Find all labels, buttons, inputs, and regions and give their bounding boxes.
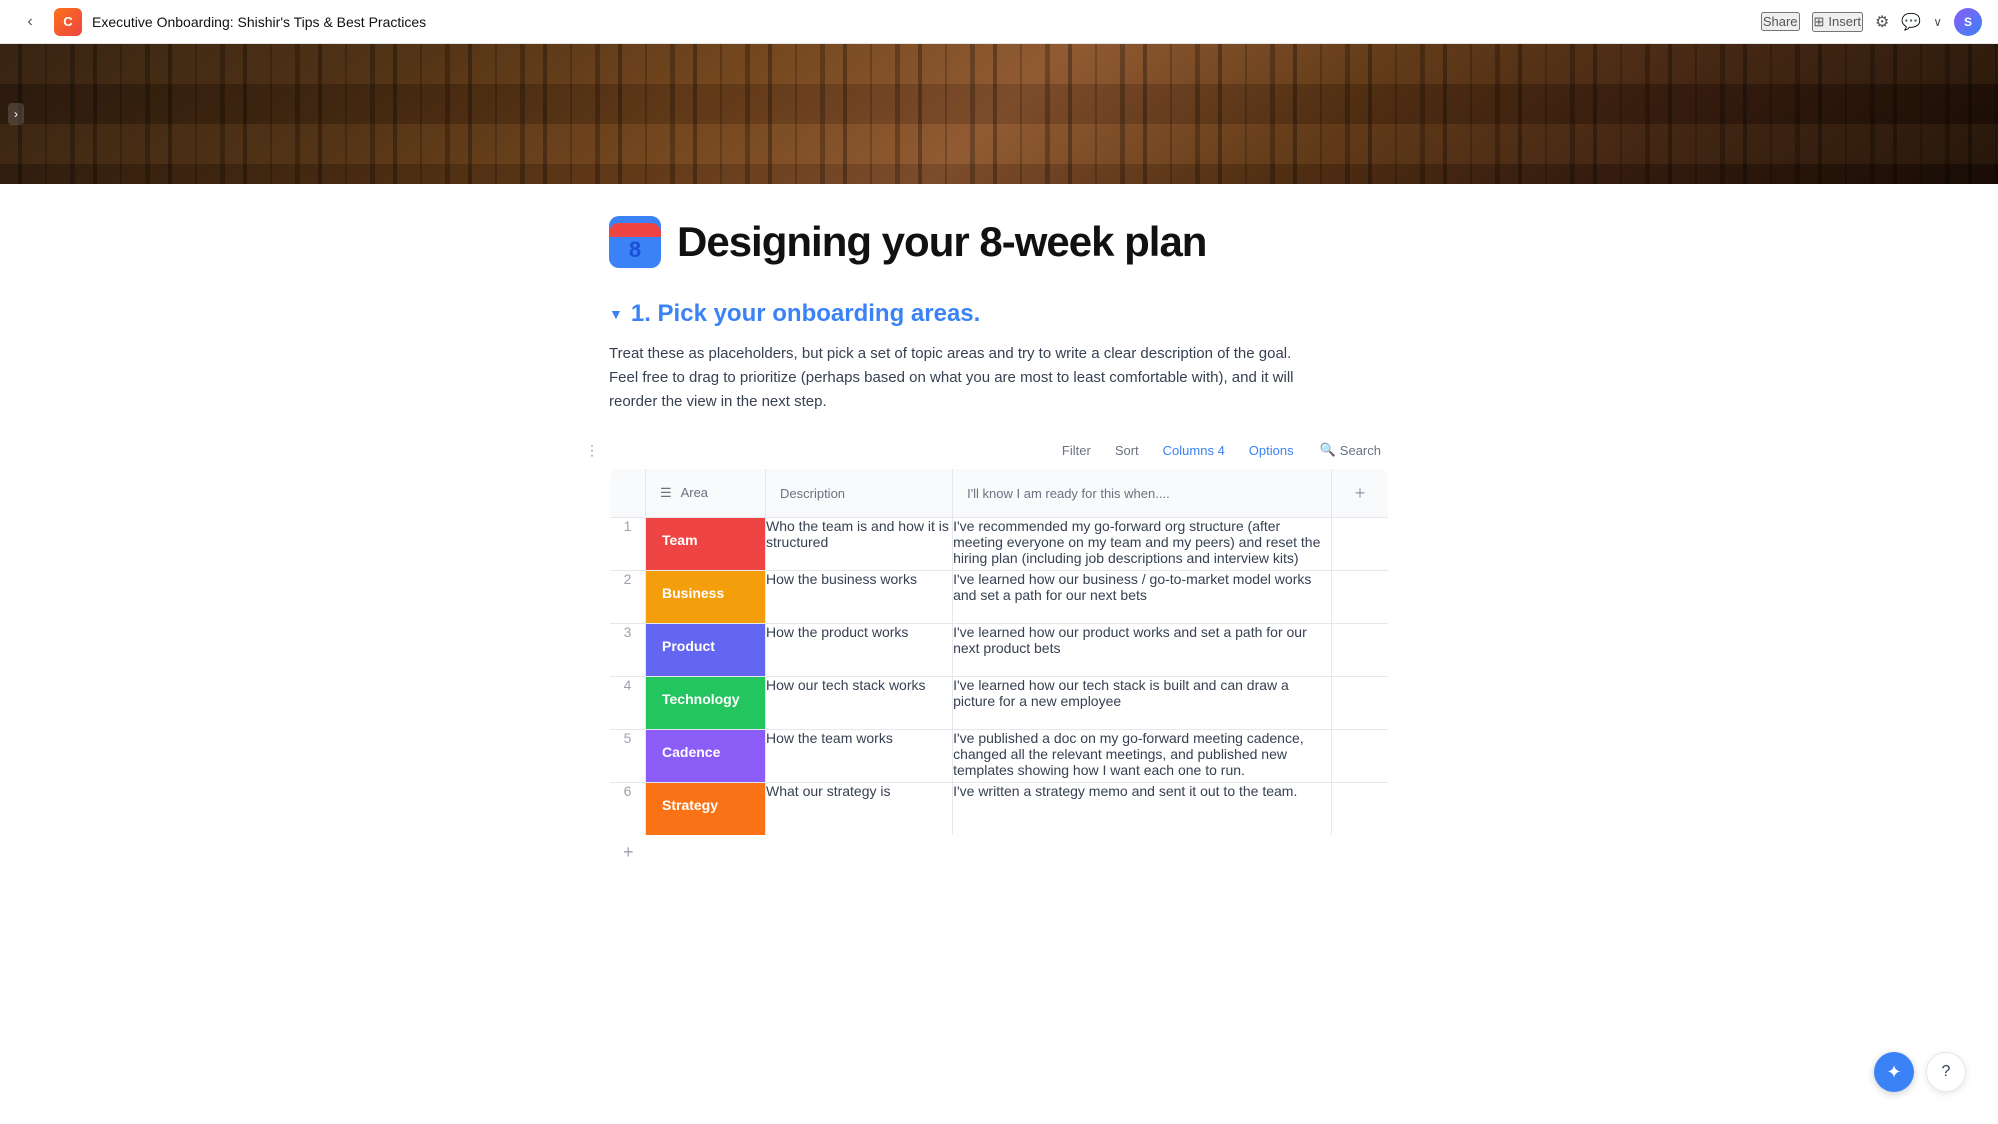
row-extra	[1332, 730, 1389, 783]
desc-cell: How the product works	[766, 624, 953, 677]
col-ready: I'll know I am ready for this when....	[953, 469, 1332, 518]
page-title-area: 8 Designing your 8-week plan	[609, 216, 1389, 268]
search-icon: 🔍	[1320, 442, 1336, 458]
app-logo: C	[54, 8, 82, 36]
row-num: 3	[610, 624, 646, 677]
desc-cell: How our tech stack works	[766, 677, 953, 730]
desc-cell: What our strategy is	[766, 783, 953, 836]
main-content: 8 Designing your 8-week plan ▼ 1. Pick y…	[549, 184, 1449, 929]
row-num: 6	[610, 783, 646, 836]
nav-bar: ‹ C Executive Onboarding: Shishir's Tips…	[0, 0, 1998, 44]
desc-line1: Treat these as placeholders, but pick a …	[609, 345, 1291, 362]
ready-cell: I've learned how our product works and s…	[953, 624, 1332, 677]
desc-line3: reorder the view in the next step.	[609, 393, 827, 410]
area-badge: Business	[646, 571, 765, 623]
row-extra	[1332, 783, 1389, 836]
area-col-icon: ☰	[660, 485, 672, 500]
row-num: 1	[610, 518, 646, 571]
nav-right: Share ⊞ Insert ⚙ 💬 ∨ S	[1761, 8, 1982, 36]
filter-button[interactable]: Filter	[1056, 439, 1097, 462]
area-badge: Strategy	[646, 783, 765, 835]
desc-cell: How the business works	[766, 571, 953, 624]
col-description: Description	[766, 469, 953, 518]
col-area: ☰ Area	[646, 469, 766, 518]
add-row-button[interactable]: +	[609, 836, 648, 869]
area-cell[interactable]: Technology	[646, 677, 766, 730]
ready-cell: I've written a strategy memo and sent it…	[953, 783, 1332, 836]
area-cell[interactable]: Strategy	[646, 783, 766, 836]
page-title: Designing your 8-week plan	[677, 218, 1206, 266]
settings-icon[interactable]: ⚙	[1875, 12, 1889, 32]
section-header: ▼ 1. Pick your onboarding areas.	[609, 300, 1389, 328]
fab-area: ✦ ?	[1874, 1052, 1966, 1092]
table-row[interactable]: 1 Team Who the team is and how it is str…	[610, 518, 1389, 571]
collapse-icon[interactable]: ▼	[609, 306, 623, 322]
insert-label: Insert	[1828, 14, 1861, 29]
table-row[interactable]: 2 Business How the business works I've l…	[610, 571, 1389, 624]
row-extra	[1332, 571, 1389, 624]
calendar-top	[609, 223, 661, 237]
sidebar-toggle[interactable]: ›	[8, 103, 24, 125]
col-area-label: Area	[681, 485, 708, 500]
table-row[interactable]: 3 Product How the product works I've lea…	[610, 624, 1389, 677]
ready-cell: I've learned how our tech stack is built…	[953, 677, 1332, 730]
avatar[interactable]: S	[1954, 8, 1982, 36]
col-description-label: Description	[780, 486, 845, 501]
table-header-row: ☰ Area Description I'll know I am ready …	[610, 469, 1389, 518]
area-badge: Product	[646, 624, 765, 676]
ready-cell: I've learned how our business / go-to-ma…	[953, 571, 1332, 624]
area-badge: Technology	[646, 677, 765, 729]
ready-cell: I've published a doc on my go-forward me…	[953, 730, 1332, 783]
hero-image: ›	[0, 44, 1998, 184]
row-num: 4	[610, 677, 646, 730]
table-row[interactable]: 4 Technology How our tech stack works I'…	[610, 677, 1389, 730]
dots-icon[interactable]: ⋮	[585, 442, 599, 459]
table-row[interactable]: 6 Strategy What our strategy is I've wri…	[610, 783, 1389, 836]
grid-icon: ⊞	[1814, 14, 1825, 30]
columns-button[interactable]: Columns 4	[1157, 439, 1231, 462]
share-button[interactable]: Share	[1761, 12, 1800, 31]
area-cell[interactable]: Cadence	[646, 730, 766, 783]
row-extra	[1332, 518, 1389, 571]
fab-star-button[interactable]: ✦	[1874, 1052, 1914, 1092]
fab-help-button[interactable]: ?	[1926, 1052, 1966, 1092]
nav-chevron-icon[interactable]: ∨	[1933, 15, 1942, 29]
add-col-header: +	[1332, 469, 1389, 518]
ready-cell: I've recommended my go-forward org struc…	[953, 518, 1332, 571]
nav-left: ‹ C Executive Onboarding: Shishir's Tips…	[16, 8, 426, 36]
section-title: 1. Pick your onboarding areas.	[631, 300, 980, 328]
row-num: 5	[610, 730, 646, 783]
add-column-button[interactable]: +	[1346, 479, 1374, 507]
area-badge: Cadence	[646, 730, 765, 782]
data-table: ☰ Area Description I'll know I am ready …	[609, 468, 1389, 836]
col-ready-label: I'll know I am ready for this when....	[967, 486, 1170, 501]
section-description: Treat these as placeholders, but pick a …	[609, 342, 1389, 414]
calendar-number: 8	[629, 237, 641, 261]
calendar-icon: 8	[609, 216, 661, 268]
comment-icon[interactable]: 💬	[1901, 12, 1921, 32]
logo-text: C	[63, 14, 72, 29]
add-row-icon: +	[623, 842, 634, 863]
back-button[interactable]: ‹	[16, 8, 44, 36]
table-row[interactable]: 5 Cadence How the team works I've publis…	[610, 730, 1389, 783]
search-label: Search	[1340, 443, 1381, 458]
area-cell[interactable]: Business	[646, 571, 766, 624]
desc-cell: How the team works	[766, 730, 953, 783]
options-button[interactable]: Options	[1243, 439, 1300, 462]
row-extra	[1332, 677, 1389, 730]
row-num: 2	[610, 571, 646, 624]
area-cell[interactable]: Product	[646, 624, 766, 677]
doc-title: Executive Onboarding: Shishir's Tips & B…	[92, 14, 426, 30]
col-num	[610, 469, 646, 518]
row-extra	[1332, 624, 1389, 677]
table-toolbar: ⋮ Filter Sort Columns 4 Options 🔍 Search	[609, 438, 1389, 462]
area-badge: Team	[646, 518, 765, 570]
insert-button[interactable]: ⊞ Insert	[1812, 12, 1863, 32]
area-cell[interactable]: Team	[646, 518, 766, 571]
search-button[interactable]: 🔍 Search	[1312, 438, 1389, 462]
desc-cell: Who the team is and how it is structured	[766, 518, 953, 571]
desc-line2: Feel free to drag to prioritize (perhaps…	[609, 369, 1294, 386]
sort-button[interactable]: Sort	[1109, 439, 1145, 462]
